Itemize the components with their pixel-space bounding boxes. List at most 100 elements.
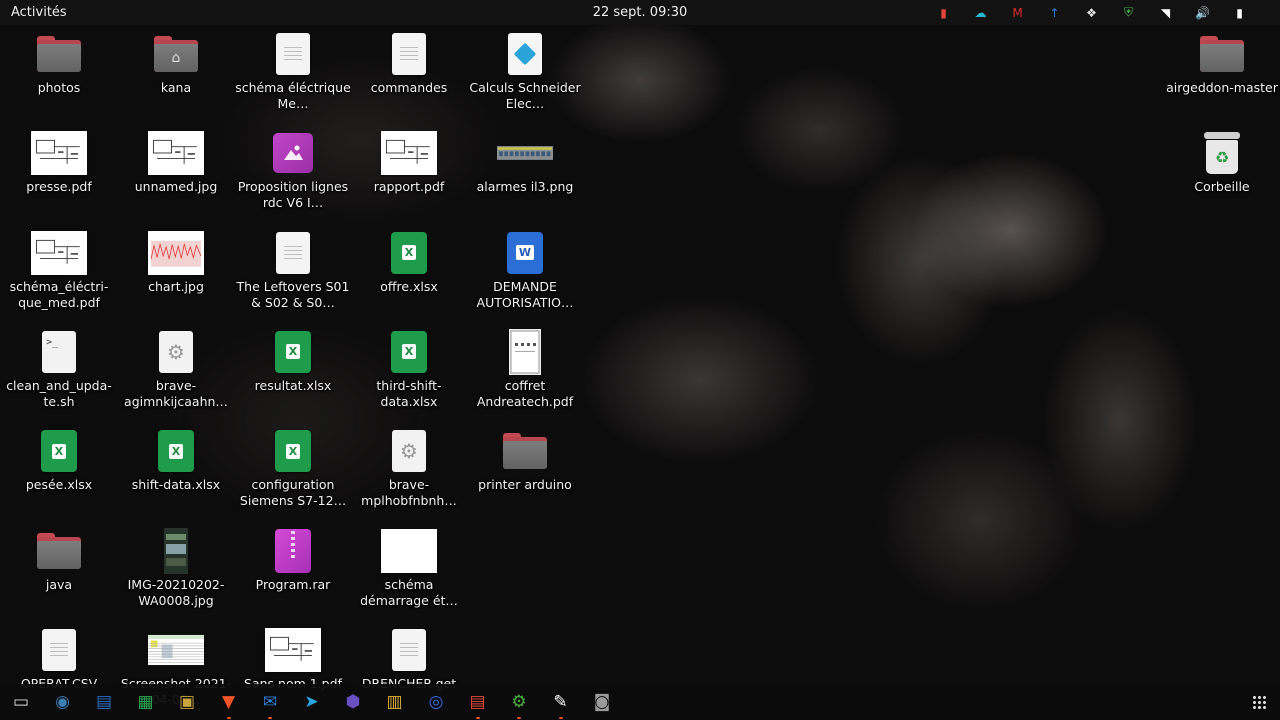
desktop-item-label: photos xyxy=(37,80,81,95)
document-viewer-icon[interactable]: ▤ xyxy=(92,690,116,714)
file-thumbnail-icon xyxy=(497,328,553,376)
desktop-item-label: Calculs Schneider Elec… xyxy=(469,80,581,111)
spreadsheet-icon: X xyxy=(148,427,204,475)
shield-icon[interactable]: ⛨ xyxy=(1110,0,1147,25)
desktop-item-label: presse.pdf xyxy=(26,179,92,195)
desktop-item-label: IMG-20210202-WA0008.jpg xyxy=(127,576,225,608)
file-thumbnail-icon xyxy=(265,626,321,674)
archive-icon xyxy=(265,527,321,575)
gmail-notifier-icon[interactable]: M xyxy=(999,0,1036,25)
text-editor-icon[interactable]: ✎ xyxy=(549,690,573,719)
desktop-item[interactable]: ⚙ brave-agimnkijcaahn… xyxy=(118,328,234,424)
show-applications-icon[interactable] xyxy=(1252,695,1266,709)
wifi-icon[interactable]: ◥ xyxy=(1147,0,1184,25)
desktop-item[interactable]: Xresultat.xlsx xyxy=(235,328,351,424)
settings-file-icon: ⚙ xyxy=(148,328,204,376)
desktop-item-label: resultat.xlsx xyxy=(254,377,332,393)
dropbox-icon[interactable]: ❖ xyxy=(1073,0,1110,25)
desktop-item[interactable]: airgeddon-master xyxy=(1164,30,1280,126)
update-notifier-icon[interactable]: ↑ xyxy=(1036,0,1073,25)
system-monitor-icon[interactable]: ◉ xyxy=(51,690,75,714)
dock: ▭ ◉ ▤ ▦ ▣ ▼ ✉ ➤ ⬢ ▥ ◎ ▤ ⚙ ✎ ◙ xyxy=(0,684,1280,720)
desktop-item[interactable]: printer arduino xyxy=(467,427,583,523)
archive-manager-icon[interactable]: ▣ xyxy=(175,690,199,714)
file-thumbnail-icon xyxy=(497,129,553,177)
desktop-item-label: coffret Andreatech.pdf xyxy=(476,377,574,409)
thunderbird-icon[interactable]: ✉ xyxy=(258,690,282,719)
file-thumbnail-icon xyxy=(381,129,437,177)
pdf-reader-icon[interactable]: ▤ xyxy=(466,690,490,719)
desktop-item[interactable]: Xshift-data.xlsx xyxy=(118,427,234,523)
home-folder-icon: ⌂ xyxy=(148,30,204,78)
desktop-item[interactable]: schéma_éléctri-que_med.pdf xyxy=(1,229,117,325)
desktop-item-label: chart.jpg xyxy=(148,278,204,294)
hex-app-icon[interactable]: ⬢ xyxy=(341,690,365,714)
desktop-item-label: unnamed.jpg xyxy=(134,179,218,195)
desktop-item-label: pesée.xlsx xyxy=(25,477,93,493)
desktop-item-label: java xyxy=(45,576,73,592)
file-thumbnail-icon xyxy=(31,129,87,177)
desktop-item[interactable]: Xthird-shift-data.xlsx xyxy=(351,328,467,424)
cloud-sync-icon[interactable]: ☁ xyxy=(962,0,999,25)
desktop-item[interactable]: The Leftovers S01 & S02 & S0… xyxy=(235,229,351,325)
files-app-icon[interactable]: ▭ xyxy=(9,690,33,714)
desktop-item[interactable]: ⌂ kana xyxy=(118,30,234,126)
schneider-app-icon xyxy=(497,30,553,78)
spreadsheet-app-icon[interactable]: ▦ xyxy=(134,690,158,714)
desktop-item[interactable]: >_ clean_and_upda-te.sh xyxy=(1,328,117,424)
desktop-item[interactable]: commandes xyxy=(351,30,467,126)
running-indicator xyxy=(226,717,231,719)
desktop-item-label: clean_and_upda-te.sh xyxy=(6,377,112,409)
desktop-item[interactable]: Proposition lignes rdc V6 I… xyxy=(235,129,351,225)
desktop-item-label: kana xyxy=(160,80,192,95)
spreadsheet-icon: X xyxy=(31,427,87,475)
desktop-item[interactable]: coffret Andreatech.pdf xyxy=(467,328,583,424)
folder-icon xyxy=(31,30,87,78)
screen-recorder-icon[interactable]: ▮ xyxy=(925,0,962,25)
desktop-item[interactable]: Program.rar xyxy=(235,527,351,623)
desktop-item[interactable]: presse.pdf xyxy=(1,129,117,225)
desktop-item[interactable]: alarmes il3.png xyxy=(467,129,583,225)
brave-browser-icon[interactable]: ▼ xyxy=(217,690,241,719)
desktop-item-label: brave-agimnkijcaahn… xyxy=(124,377,228,409)
image-file-icon xyxy=(265,129,321,177)
desktop-item[interactable]: photos xyxy=(1,30,117,126)
browser-icon[interactable]: ◎ xyxy=(424,690,448,714)
desktop-item-label: Proposition lignes rdc V6 I… xyxy=(237,179,349,211)
folder-icon xyxy=(497,427,553,475)
shell-script-icon: >_ xyxy=(31,328,87,376)
tia-portal-icon[interactable]: ⚙ xyxy=(507,690,531,719)
telegram-icon[interactable]: ➤ xyxy=(300,690,324,714)
desktop-item[interactable]: Calculs Schneider Elec… xyxy=(467,30,583,126)
battery-icon[interactable]: ▮ xyxy=(1221,0,1258,25)
settings-app-icon[interactable]: ◙ xyxy=(590,690,614,714)
desktop-item-label: alarmes il3.png xyxy=(476,179,574,195)
desktop-item[interactable]: Xoffre.xlsx xyxy=(351,229,467,325)
file-thumbnail-icon xyxy=(381,527,437,575)
spreadsheet-icon: X xyxy=(265,328,321,376)
desktop-item-label: Corbeille xyxy=(1194,179,1250,195)
desktop-item-label: schéma démarrage ét… xyxy=(360,576,458,608)
notes-app-icon[interactable]: ▥ xyxy=(383,690,407,714)
desktop-item-label: commandes xyxy=(370,80,448,95)
spreadsheet-icon: X xyxy=(381,328,437,376)
desktop-item[interactable]: Xconfiguration Siemens S7-12… xyxy=(235,427,351,523)
desktop-item[interactable]: IMG-20210202-WA0008.jpg xyxy=(118,527,234,623)
desktop-item[interactable]: Xpesée.xlsx xyxy=(1,427,117,523)
desktop-item[interactable]: schéma démarrage ét… xyxy=(351,527,467,623)
desktop-item-label: shift-data.xlsx xyxy=(131,477,221,493)
desktop-item[interactable]: rapport.pdf xyxy=(351,129,467,225)
desktop-item-label: brave-mplhobfnbnh… xyxy=(361,477,457,509)
desktop-item[interactable]: ♻ Corbeille xyxy=(1164,129,1280,225)
desktop-item[interactable]: unnamed.jpg xyxy=(118,129,234,225)
activities-button[interactable]: Activités xyxy=(11,5,67,20)
desktop-item[interactable]: W DEMANDE AUTORISATIO… xyxy=(467,229,583,325)
desktop-item[interactable]: chart.jpg xyxy=(118,229,234,325)
text-document-icon xyxy=(265,30,321,78)
desktop-item[interactable]: schéma éléctrique Me… xyxy=(235,30,351,126)
desktop-item-label: The Leftovers S01 & S02 & S0… xyxy=(236,278,350,310)
volume-icon[interactable]: 🔊 xyxy=(1184,0,1221,25)
spreadsheet-icon: X xyxy=(265,427,321,475)
desktop-item[interactable]: java xyxy=(1,527,117,623)
desktop-item[interactable]: ⚙ brave-mplhobfnbnh… xyxy=(351,427,467,523)
